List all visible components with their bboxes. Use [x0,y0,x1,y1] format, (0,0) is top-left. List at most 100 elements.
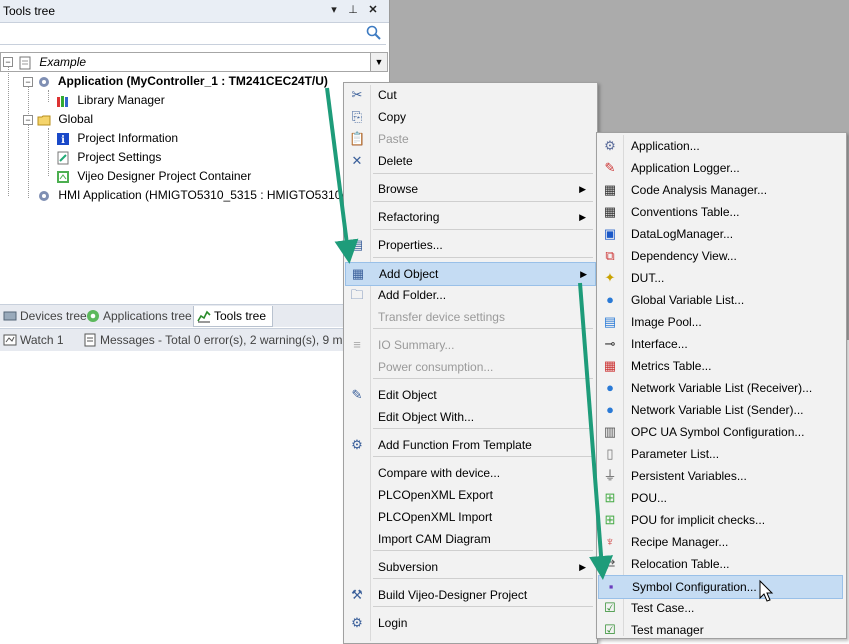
menu-item-label: Properties... [378,238,443,252]
relocation-icon: ⇄ [604,556,616,571]
menu-item-edit-object[interactable]: ✎ Edit Object [345,384,594,406]
devices-icon [3,311,17,321]
menu-item-cut[interactable]: ✂ Cut [345,84,594,106]
tree-item-hmi-application[interactable]: HMI Application (HMIGTO5310_5315 : HMIGT… [37,186,375,204]
submenu-item-network-variable-list-sender[interactable]: ● Network Variable List (Sender)... [598,399,841,421]
menu-item-plcopenxml-export[interactable]: PLCOpenXML Export [345,484,594,506]
submenu-item-persistent-variables[interactable]: ⏚ Persistent Variables... [598,465,841,487]
tab-devices-tree[interactable]: Devices tree [0,306,93,326]
submenu-item-label: Image Pool... [631,315,702,329]
menu-item-transfer-device-settings: Transfer device settings [345,306,594,328]
menu-item-label: Subversion [378,560,439,574]
menu-item-label: Transfer device settings [378,310,505,324]
menu-separator [373,606,593,607]
tree-line [48,128,49,176]
menu-separator [373,201,593,202]
submenu-item-conventions-table[interactable]: ▦ Conventions Table... [598,201,841,223]
collapse-toggle[interactable]: − [3,57,13,67]
grid-icon: ▦ [603,182,617,197]
submenu-item-symbol-configuration[interactable]: ▪ Symbol Configuration... [598,575,843,599]
tree-item-application[interactable]: Application (MyController_1 : TM241CEC24… [37,72,328,90]
submenu-item-opc-ua-symbol-configuration[interactable]: ▥ OPC UA Symbol Configuration... [598,421,841,443]
submenu-item-test-case[interactable]: ☑ Test Case... [598,597,841,619]
template-icon: ⚙ [351,437,363,452]
menu-separator [373,550,593,551]
submenu-item-dut[interactable]: ✦ DUT... [598,267,841,289]
check-icon: ☑ [604,600,616,615]
submenu-item-application-logger[interactable]: ✎ Application Logger... [598,157,841,179]
submenu-item-label: Interface... [631,337,688,351]
menu-item-import-cam-diagram[interactable]: Import CAM Diagram [345,528,594,550]
submenu-item-recipe-manager[interactable]: ♆ Recipe Manager... [598,531,841,553]
menu-item-compare-with-device[interactable]: Compare with device... [345,462,594,484]
tab-watch-1[interactable]: Watch 1 [0,330,70,350]
tree-item-project-information[interactable]: i Project Information [56,129,178,147]
dut-icon: ✦ [604,270,616,285]
tree-root[interactable]: Example [18,53,86,71]
pin-icon[interactable]: ⊥ [346,3,360,17]
tab-applications-tree[interactable]: Applications tree [83,306,198,326]
submenu-item-global-variable-list[interactable]: ● Global Variable List... [598,289,841,311]
menu-item-refactoring[interactable]: Refactoring ▶ [345,206,594,228]
submenu-arrow-icon: ▶ [579,212,586,222]
menu-item-label: Power consumption... [378,360,494,374]
settings-icon [57,151,69,165]
dependency-icon: ⧉ [605,248,615,263]
chart-icon [197,310,211,323]
submenu-item-application[interactable]: ⚙ Application... [598,135,841,157]
dropdown-icon[interactable]: ▾ [327,3,341,17]
tree-item-library-manager[interactable]: Library Manager [56,91,165,109]
submenu-item-image-pool[interactable]: ▤ Image Pool... [598,311,841,333]
search-icon[interactable] [366,25,382,44]
submenu-item-label: POU... [631,491,668,505]
submenu-item-label: Symbol Configuration... [632,580,757,594]
submenu-item-datalogmanager[interactable]: ▣ DataLogManager... [598,223,841,245]
tree-item-global[interactable]: Global [37,110,93,128]
menu-item-label: Copy [378,110,407,124]
menu-item-label: Compare with device... [378,466,501,480]
submenu-item-label: DataLogManager... [631,227,734,241]
tab-tools-tree[interactable]: Tools tree [193,306,274,327]
submenu-item-interface[interactable]: ⊸ Interface... [598,333,841,355]
project-icon [19,56,31,70]
menu-item-browse[interactable]: Browse ▶ [345,178,594,200]
submenu-item-parameter-list[interactable]: ▯ Parameter List... [598,443,841,465]
menu-item-copy[interactable]: ⎘ Copy [345,106,594,128]
menu-item-plcopenxml-import[interactable]: PLCOpenXML Import [345,506,594,528]
chevron-down-icon[interactable]: ▼ [370,53,387,71]
menu-item-edit-object-with[interactable]: Edit Object With... [345,406,594,428]
menu-item-add-folder[interactable]: 🗀 Add Folder... [345,284,594,306]
tools-tree-panel: Tools tree ▾ ⊥ ✕ ▼ − Example − Applicati… [0,0,390,370]
menu-item-properties[interactable]: ▤ Properties... [345,234,594,256]
gear-icon [39,190,49,201]
check-icon: ☑ [604,622,616,637]
tree-item-project-settings[interactable]: Project Settings [56,148,161,166]
menu-item-subversion[interactable]: Subversion ▶ [345,556,594,578]
submenu-item-metrics-table[interactable]: ▦ Metrics Table... [598,355,841,377]
tree-item-vijeo-container[interactable]: Vijeo Designer Project Container [56,167,251,185]
menu-item-power-consumption: Power consumption... [345,356,594,378]
submenu-item-network-variable-list-receiver[interactable]: ● Network Variable List (Receiver)... [598,377,841,399]
submenu-item-code-analysis-manager[interactable]: ▦ Code Analysis Manager... [598,179,841,201]
collapse-toggle[interactable]: − [23,115,33,125]
tree-line [28,86,29,198]
gear-icon [39,76,49,87]
submenu-item-pou-for-implicit-checks[interactable]: ⊞ POU for implicit checks... [598,509,841,531]
collapse-toggle[interactable]: − [23,77,33,87]
submenu-item-label: OPC UA Symbol Configuration... [631,425,805,439]
menu-item-add-object[interactable]: ▦ Add Object ▶ [345,262,596,286]
submenu-item-label: Parameter List... [631,447,720,461]
menu-item-build-vijeo-designer-project[interactable]: ⚒ Build Vijeo-Designer Project [345,584,594,606]
submenu-item-pou[interactable]: ⊞ POU... [598,487,841,509]
submenu-item-dependency-view[interactable]: ⧉ Dependency View... [598,245,841,267]
submenu-item-label: Code Analysis Manager... [631,183,768,197]
tree-search-input[interactable] [0,24,386,45]
menu-item-delete[interactable]: ✕ Delete [345,150,594,172]
panel-titlebar: Tools tree ▾ ⊥ ✕ [0,0,389,23]
submenu-item-relocation-table[interactable]: ⇄ Relocation Table... [598,553,841,575]
submenu-item-test-manager[interactable]: ☑ Test manager [598,619,841,641]
menu-item-label: Delete [378,154,413,168]
close-icon[interactable]: ✕ [366,3,380,17]
menu-item-add-function-from-template[interactable]: ⚙ Add Function From Template [345,434,594,456]
submenu-arrow-icon: ▶ [579,562,586,572]
